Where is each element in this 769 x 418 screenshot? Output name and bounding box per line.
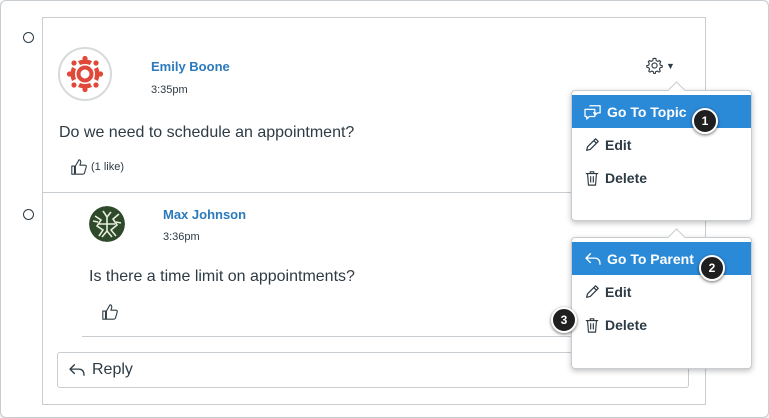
post-settings-button[interactable]: ▼ xyxy=(646,57,675,74)
chevron-down-icon: ▼ xyxy=(666,60,675,71)
gear-icon xyxy=(646,57,663,74)
callout-badge-2: 2 xyxy=(699,255,725,281)
thumbs-up-icon xyxy=(71,159,87,175)
reply-label: Reply xyxy=(92,361,133,378)
menu-item-delete[interactable]: Delete xyxy=(572,161,751,194)
post-message: Is there a time limit on appointments? xyxy=(89,268,355,285)
reply-arrow-icon xyxy=(69,364,85,376)
callout-badge-3: 3 xyxy=(551,307,577,333)
avatar[interactable] xyxy=(58,47,112,101)
menu-item-edit[interactable]: Edit xyxy=(572,275,751,308)
reply-arrow-icon xyxy=(585,252,601,265)
reply-actions-menu: Go To Parent Edit Delete xyxy=(571,237,752,369)
author-name[interactable]: Max Johnson xyxy=(163,207,246,222)
canvas-logo-icon xyxy=(66,55,104,93)
post-timestamp: 3:36pm xyxy=(163,231,200,243)
like-button[interactable] xyxy=(101,303,119,321)
discussion-icon xyxy=(584,104,601,120)
thread-bullet xyxy=(23,32,34,43)
menu-item-label: Go To Parent xyxy=(607,250,694,267)
trash-icon xyxy=(585,317,599,333)
like-button[interactable]: (1 like) xyxy=(70,158,124,176)
pencil-icon xyxy=(586,284,599,298)
trash-icon xyxy=(585,170,599,186)
menu-item-label: Delete xyxy=(605,169,648,186)
menu-item-label: Edit xyxy=(605,136,632,153)
post-timestamp: 3:35pm xyxy=(151,84,188,96)
user-avatar-image xyxy=(89,206,125,242)
thread-bullet xyxy=(23,209,34,220)
menu-item-label: Go To Topic xyxy=(607,103,687,120)
post-message: Do we need to schedule an appointment? xyxy=(59,124,355,141)
thumbs-up-icon xyxy=(102,304,118,320)
menu-item-go-to-topic[interactable]: Go To Topic xyxy=(572,95,751,128)
avatar[interactable] xyxy=(89,206,125,242)
pencil-icon xyxy=(586,137,599,151)
post-actions-menu: Go To Topic Edit Delete xyxy=(571,90,752,221)
menu-item-label: Edit xyxy=(605,283,632,300)
callout-badge-1: 1 xyxy=(692,108,718,134)
author-name[interactable]: Emily Boone xyxy=(151,59,230,74)
menu-item-edit[interactable]: Edit xyxy=(572,128,751,161)
menu-item-delete[interactable]: Delete xyxy=(572,308,751,341)
menu-item-label: Delete xyxy=(605,316,648,333)
like-count: (1 like) xyxy=(91,161,125,173)
